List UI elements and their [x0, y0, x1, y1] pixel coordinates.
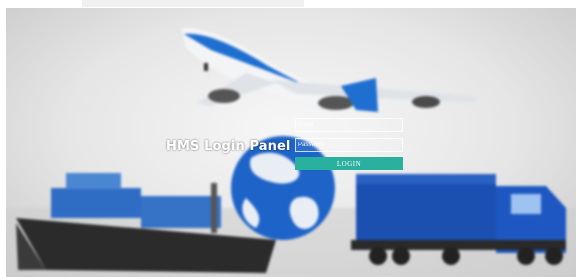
email-input[interactable] — [295, 118, 403, 132]
cargo-truck-icon — [351, 174, 566, 265]
login-button[interactable]: LOGIN — [295, 157, 403, 170]
airplane-icon — [181, 27, 476, 113]
login-panel-title: HMS Login Panel — [166, 139, 291, 154]
background-scene: HMS Login Panel — [6, 8, 576, 277]
tab-strip — [82, 0, 304, 7]
logistics-background-image — [6, 27, 576, 277]
top-bar — [0, 0, 576, 8]
password-input[interactable] — [295, 138, 403, 152]
